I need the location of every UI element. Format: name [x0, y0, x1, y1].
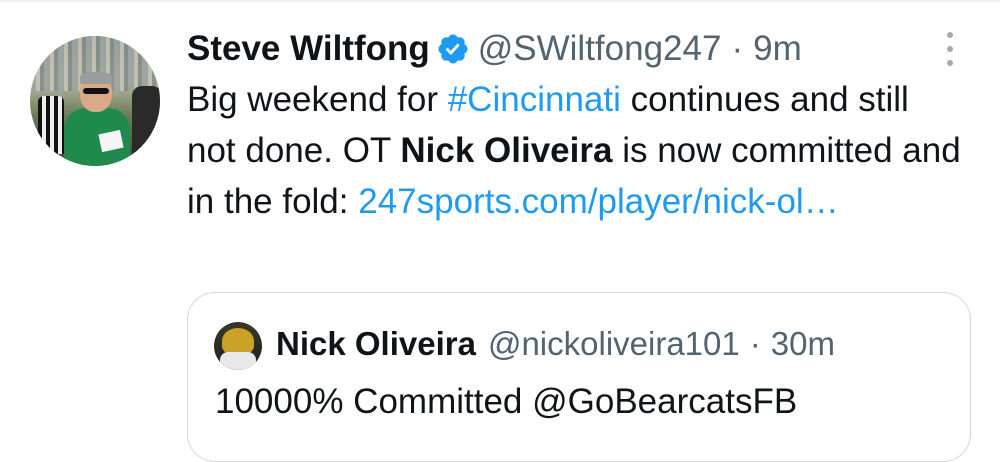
bold-name: Nick Oliveira	[400, 131, 613, 170]
url-link[interactable]: 247sports.com/player/nick-ol…	[358, 182, 838, 221]
top-divider	[0, 0, 1000, 2]
tweet-header: Steve Wiltfong @SWiltfong247 · 9m	[187, 24, 802, 74]
avatar-sunglasses	[83, 88, 109, 94]
more-dot	[947, 32, 953, 38]
quoted-header-separator: ·	[749, 325, 761, 362]
quoted-author-name[interactable]: Nick Oliveira	[276, 325, 476, 363]
avatar-helmet	[222, 328, 254, 354]
author-handle[interactable]: @SWiltfong247	[478, 24, 722, 74]
avatar-referee	[38, 96, 64, 154]
more-options-icon[interactable]	[944, 32, 956, 66]
avatar-person-hair	[80, 72, 112, 84]
hashtag-link[interactable]: #Cincinnati	[448, 80, 621, 119]
tweet-timestamp[interactable]: 9m	[753, 24, 802, 74]
tweet-text-segment: Big weekend for	[187, 80, 448, 119]
quoted-tweet-timestamp[interactable]: 30m	[771, 325, 835, 363]
more-dot	[947, 60, 953, 66]
more-dot	[947, 46, 953, 52]
tweet-text: Big weekend for #Cincinnati continues an…	[187, 74, 967, 227]
quoted-author-handle[interactable]: @nickoliveira101	[488, 325, 740, 363]
author-avatar[interactable]	[30, 36, 160, 166]
avatar-jersey	[220, 352, 256, 370]
avatar-background-person	[132, 86, 160, 166]
header-separator: ·	[731, 29, 744, 68]
verified-badge-icon	[438, 34, 468, 64]
quoted-tweet-text: 10000% Committed @GoBearcatsFB	[215, 382, 798, 421]
quoted-author-avatar[interactable]	[214, 322, 262, 370]
author-name[interactable]: Steve Wiltfong	[187, 24, 430, 74]
quoted-tweet-card[interactable]: Nick Oliveira @nickoliveira101 · 30m 100…	[187, 292, 971, 462]
quoted-tweet-header: Nick Oliveira @nickoliveira101 · 30m	[276, 319, 835, 369]
